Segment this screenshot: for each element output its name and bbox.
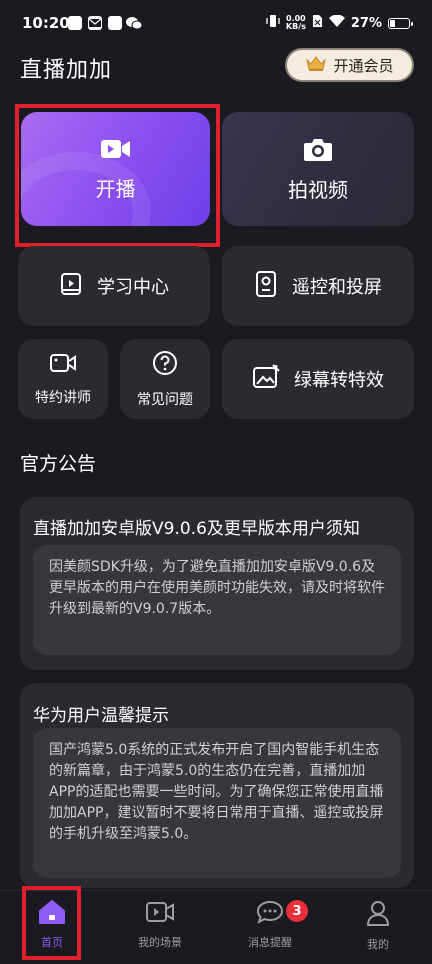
green-screen-label: 绿幕转特效	[294, 370, 384, 391]
tab-mine-label: 我的	[367, 938, 389, 951]
faq-card[interactable]: 常见问题	[120, 339, 210, 419]
learning-center-card[interactable]: 学习中心	[18, 246, 210, 326]
green-screen-card[interactable]: 绿幕转特效	[222, 339, 414, 419]
chat-bubble-icon	[255, 899, 285, 928]
image-magic-icon	[252, 364, 280, 394]
announcement-card[interactable]: 直播加加安卓版V9.0.6及更早版本用户须知 因美颜SDK升级，为了避免直播加加…	[20, 497, 414, 670]
announcement-card[interactable]: 华为用户温馨提示 国产鸿蒙5.0系统的正式发布开启了国内智能手机生态的新篇章，由…	[20, 683, 414, 888]
lecturer-label: 特约讲师	[35, 389, 91, 406]
faq-label: 常见问题	[137, 391, 193, 408]
crown-icon	[305, 54, 327, 76]
tab-scenes-label: 我的场景	[138, 936, 182, 949]
notification-app-icon	[68, 16, 82, 30]
announcement-body: 因美颜SDK升级，为了避免直播加加安卓版V9.0.6及更早版本的用户在使用美颜时…	[33, 545, 401, 655]
tab-scenes[interactable]: 我的场景	[115, 899, 205, 950]
remote-cast-label: 遥控和投屏	[292, 277, 382, 298]
announcement-body: 国产鸿蒙5.0系统的正式发布开启了国内智能手机生态的新篇章，由于鸿蒙5.0的生态…	[33, 728, 401, 878]
wifi-icon	[328, 14, 345, 31]
scene-video-icon	[145, 899, 175, 928]
mail-icon	[88, 16, 102, 30]
camera-icon	[303, 136, 333, 166]
network-speed: 0.00 KB/s	[285, 14, 306, 31]
app-icon	[108, 16, 122, 30]
vip-button-label: 开通会员	[333, 56, 394, 75]
status-time: 10:20	[22, 14, 70, 32]
app-title: 直播加加	[20, 58, 113, 83]
book-play-icon	[59, 272, 83, 300]
vip-button[interactable]: 开通会员	[285, 48, 414, 82]
battery-icon	[388, 17, 413, 29]
highlight-box-start-live	[15, 104, 220, 247]
vibrate-icon	[266, 14, 280, 32]
shoot-video-card[interactable]: 拍视频	[222, 112, 414, 226]
video-camera-outline-icon	[49, 352, 77, 378]
remote-cast-card[interactable]: 遥控和投屏	[222, 246, 414, 326]
announcements-title: 官方公告	[20, 453, 97, 475]
shoot-video-label: 拍视频	[288, 177, 348, 202]
tab-messages-label: 消息提醒	[248, 936, 292, 949]
messages-badge: 3	[286, 900, 308, 922]
battery-text: 27%	[350, 15, 382, 31]
remote-control-icon	[254, 271, 278, 301]
user-icon	[365, 899, 391, 930]
wechat-icon	[126, 15, 143, 34]
sim-icon	[312, 14, 323, 32]
learning-center-label: 学习中心	[97, 277, 169, 298]
lecturer-card[interactable]: 特约讲师	[18, 339, 108, 419]
question-icon	[152, 350, 178, 380]
announcement-title: 华为用户温馨提示	[33, 706, 169, 726]
tab-mine[interactable]: 我的	[333, 899, 423, 952]
highlight-box-home-tab	[22, 886, 81, 960]
status-bar: 10:20 0.00 KB/s 27%	[0, 0, 432, 48]
announcement-title: 直播加加安卓版V9.0.6及更早版本用户须知	[33, 519, 360, 539]
